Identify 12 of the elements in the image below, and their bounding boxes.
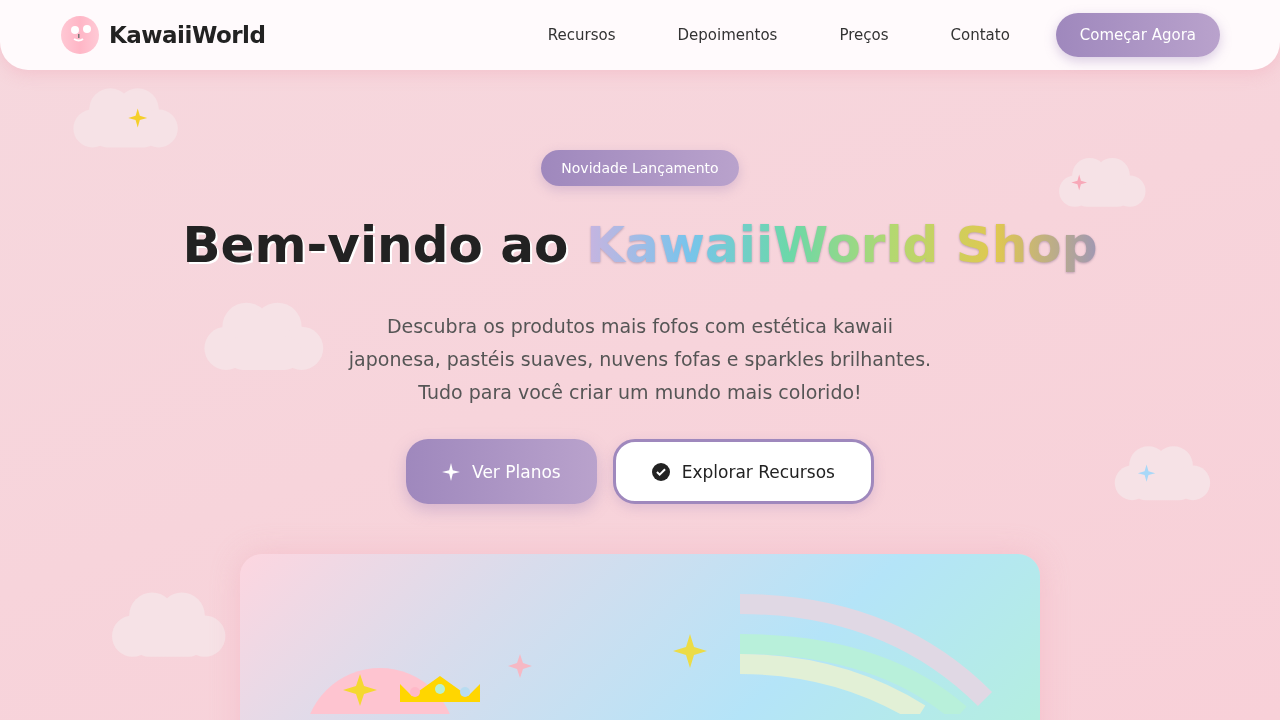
smiley-logo-icon	[61, 16, 99, 54]
hero-button[interactable]: Explorar Recursos	[612, 439, 874, 504]
brand-name: KawaiiWorld	[109, 22, 266, 48]
nav-link[interactable]: Depoimentos	[646, 26, 809, 44]
check-circle-icon	[651, 462, 670, 481]
nav-link[interactable]: Contato	[919, 26, 1041, 44]
announcement-badge: Novidade Lançamento	[541, 150, 739, 186]
nav-link[interactable]: Preços	[808, 26, 920, 44]
nav-link[interactable]: Recursos	[516, 26, 647, 44]
hero-title: Bem-vindo ao	[182, 216, 569, 274]
hero-description: Descubra os produtos mais fofos com estética kawaii japonesa, pastéis suaves, nuvens fofas e sparkles brilhantes. Tudo para você criar um mundo mais colorido!	[347, 314, 933, 405]
sparkle-icon	[442, 462, 461, 481]
